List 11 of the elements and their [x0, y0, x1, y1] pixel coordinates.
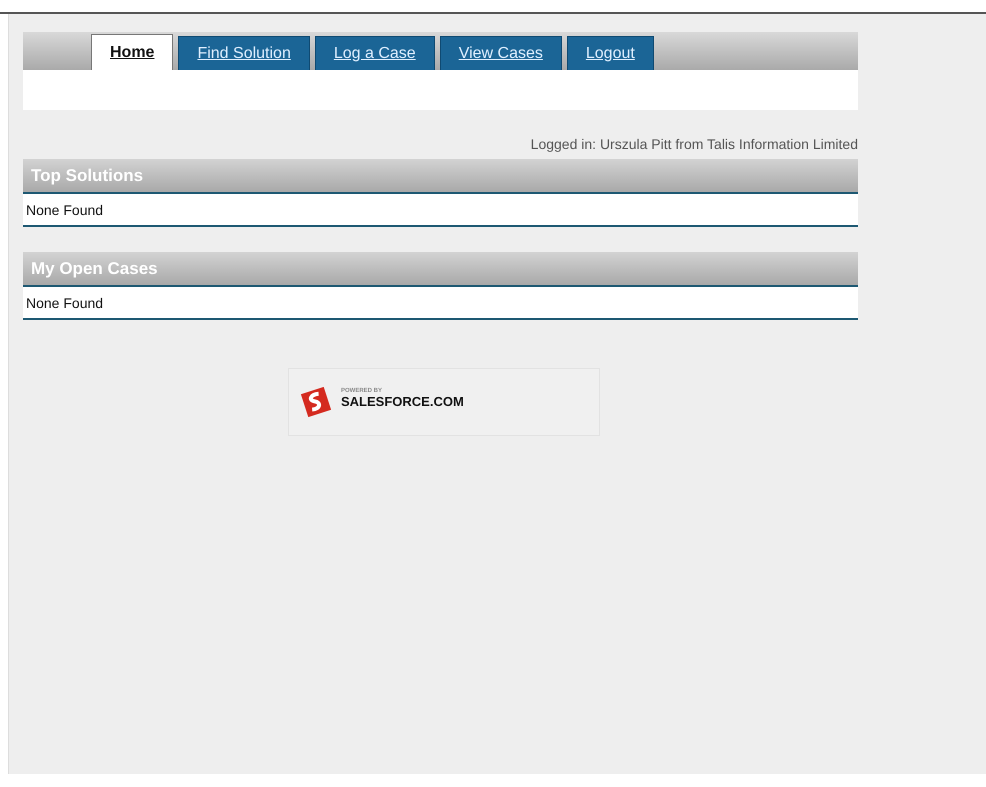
nav-tab[interactable]: Find Solution — [178, 36, 310, 70]
badge-brand: SALESFORCE.COM — [341, 394, 464, 408]
section-row: None Found — [23, 287, 858, 320]
logged-in-text: Logged in: Urszula Pitt from Talis Information Limited — [530, 136, 858, 152]
nav-tab[interactable]: Logout — [566, 36, 654, 70]
section-row: None Found — [23, 194, 858, 227]
nav-tab[interactable]: View Cases — [440, 36, 562, 70]
nav-tab[interactable]: Home — [91, 34, 174, 70]
section-header: Top Solutions — [23, 159, 858, 194]
section-header: My Open Cases — [23, 252, 858, 287]
nav-tab[interactable]: Log a Case — [314, 36, 435, 70]
